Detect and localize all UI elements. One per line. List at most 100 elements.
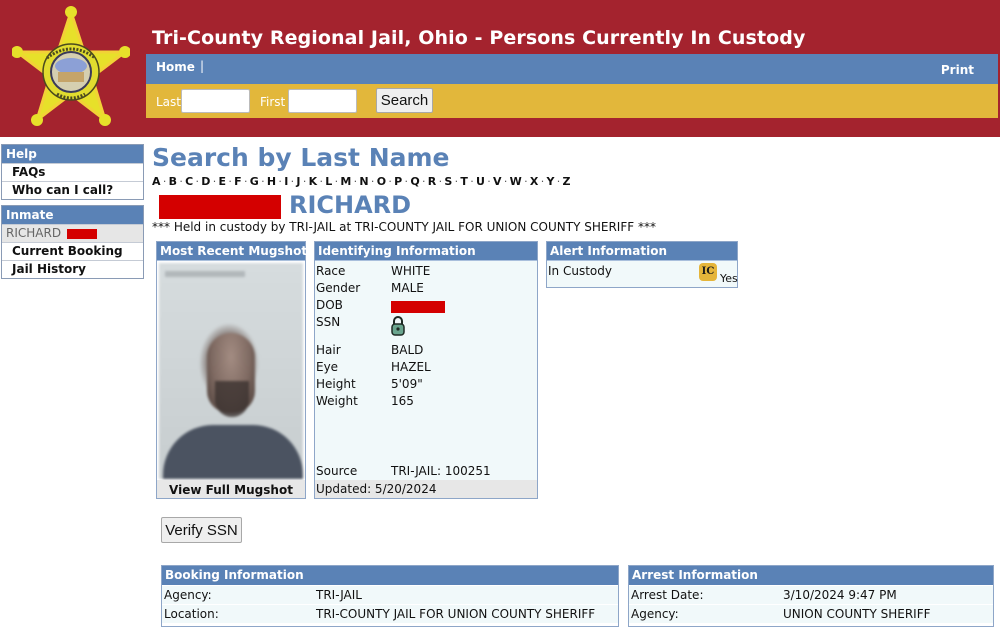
sidebar-item-current-inmate[interactable]: RICHARD [2, 224, 143, 242]
alphabet-separator: · [212, 175, 217, 188]
ident-label: DOB [316, 298, 343, 312]
alphabet-link-b[interactable]: B [169, 175, 178, 188]
search-button[interactable]: Search [376, 88, 433, 113]
nav-home-link[interactable]: Home [156, 60, 195, 74]
alphabet-link-f[interactable]: F [234, 175, 242, 188]
identifying-info-panel: Identifying Information Race WHITE Gende… [314, 241, 538, 499]
ident-label: Race [316, 264, 346, 278]
alphabet-link-j[interactable]: J [296, 175, 300, 188]
alphabet-separator: · [302, 175, 307, 188]
alphabet-link-q[interactable]: Q [410, 175, 420, 188]
alphabet-link-g[interactable]: G [250, 175, 259, 188]
alphabet-link-s[interactable]: S [444, 175, 452, 188]
mugshot-panel-title: Most Recent Mugshot [157, 242, 307, 261]
alphabet-link-d[interactable]: D [201, 175, 210, 188]
alphabet-separator: · [503, 175, 508, 188]
alphabet-link-u[interactable]: U [476, 175, 485, 188]
sidebar-item-current-booking[interactable]: Current Booking [2, 242, 143, 260]
alphabet-separator: · [243, 175, 248, 188]
nav-print-link[interactable]: Print [941, 63, 974, 77]
sidebar-item-faqs[interactable]: FAQs [2, 163, 143, 181]
alphabet-link-a[interactable]: A [152, 175, 161, 188]
alphabet-link-v[interactable]: V [493, 175, 502, 188]
alphabet-separator: · [319, 175, 324, 188]
booking-value: TRI-JAIL [316, 588, 362, 602]
arrest-info-title: Arrest Information [629, 566, 993, 585]
inmate-first-name: RICHARD [289, 191, 412, 219]
verify-ssn-button[interactable]: Verify SSN [161, 517, 242, 543]
last-name-input[interactable] [181, 89, 250, 113]
alphabet-link-e[interactable]: E [219, 175, 227, 188]
alphabet-link-t[interactable]: T [460, 175, 468, 188]
sidebar-item-who-can-i-call[interactable]: Who can I call? [2, 181, 143, 199]
sidebar-inmate-section: Inmate RICHARD Current Booking Jail Hist… [1, 205, 144, 279]
alphabet-separator: · [556, 175, 561, 188]
alert-value: Yes [720, 272, 738, 285]
view-full-mugshot-link[interactable]: View Full Mugshot [157, 480, 305, 498]
ident-value: 165 [391, 394, 414, 408]
alphabet-separator: · [470, 175, 475, 188]
nav-separator: | [200, 59, 205, 73]
alphabet-link-r[interactable]: R [428, 175, 437, 188]
alphabet-separator: · [228, 175, 233, 188]
alphabet-link-l[interactable]: L [325, 175, 332, 188]
arrest-label: Arrest Date: [631, 588, 704, 602]
ident-label: Gender [316, 281, 361, 295]
alphabet-separator: · [388, 175, 393, 188]
alphabet-separator: · [353, 175, 358, 188]
ident-value: HAZEL [391, 360, 431, 374]
alphabet-link-y[interactable]: Y [546, 175, 554, 188]
ident-label: SSN [316, 315, 341, 329]
alphabet-link-p[interactable]: P [394, 175, 402, 188]
booking-info-title: Booking Information [162, 566, 618, 585]
ident-label: Source [316, 464, 358, 478]
redacted-last-name [66, 228, 97, 239]
lock-icon [391, 315, 405, 340]
custody-note: *** Held in custody by TRI-JAIL at TRI-C… [152, 220, 656, 234]
alphabet-link-k[interactable]: K [309, 175, 318, 188]
last-name-label: Last [156, 95, 181, 109]
sidebar-help-title: Help [2, 145, 143, 163]
alphabet-link-h[interactable]: H [267, 175, 277, 188]
current-inmate-name: RICHARD [6, 226, 62, 240]
sidebar-item-jail-history[interactable]: Jail History [2, 260, 143, 278]
alphabet-link-w[interactable]: W [510, 175, 522, 188]
ident-value: 5'09" [391, 377, 423, 391]
alert-info-title: Alert Information [547, 242, 737, 261]
arrest-row-date: Arrest Date: 3/10/2024 9:47 PM [629, 585, 993, 604]
mugshot-image[interactable] [159, 263, 303, 479]
site-header: Tri-County Regional Jail, Ohio - Persons… [0, 0, 1000, 137]
alphabet-separator: · [540, 175, 545, 188]
booking-row-location: Location: TRI-COUNTY JAIL FOR UNION COUN… [162, 604, 618, 623]
booking-info-panel: Booking Information Agency: TRI-JAIL Loc… [161, 565, 619, 627]
ident-value: BALD [391, 343, 424, 357]
search-bar: Last First Search [146, 84, 998, 118]
alphabet-separator: · [454, 175, 459, 188]
page-title: Search by Last Name [152, 143, 450, 172]
alphabet-separator: · [438, 175, 443, 188]
alphabet-link-n[interactable]: N [359, 175, 369, 188]
alphabet-link-m[interactable]: M [340, 175, 351, 188]
alphabet-link-c[interactable]: C [185, 175, 193, 188]
first-name-label: First [260, 95, 286, 109]
sidebar-inmate-title: Inmate [2, 206, 143, 224]
ident-value: TRI-JAIL: 100251 [391, 464, 491, 478]
arrest-info-panel: Arrest Information Arrest Date: 3/10/202… [628, 565, 994, 627]
alphabet-separator: · [334, 175, 339, 188]
alphabet-separator: · [422, 175, 426, 188]
first-name-input[interactable] [288, 89, 357, 113]
arrest-value: 3/10/2024 9:47 PM [783, 588, 897, 602]
alphabet-separator: · [290, 175, 295, 188]
alphabet-link-o[interactable]: O [377, 175, 387, 188]
alphabet-link-i[interactable]: I [284, 175, 288, 188]
alphabet-separator: · [261, 175, 265, 188]
updated-date: Updated: 5/20/2024 [315, 480, 537, 498]
alphabet-separator: · [195, 175, 200, 188]
identifying-info-title: Identifying Information [315, 242, 537, 261]
ident-label: Hair [316, 343, 341, 357]
alphabet-separator: · [162, 175, 167, 188]
alphabet-link-z[interactable]: Z [563, 175, 571, 188]
redacted-dob [391, 298, 445, 313]
alphabet-link-x[interactable]: X [530, 175, 539, 188]
arrest-label: Agency: [631, 607, 679, 621]
